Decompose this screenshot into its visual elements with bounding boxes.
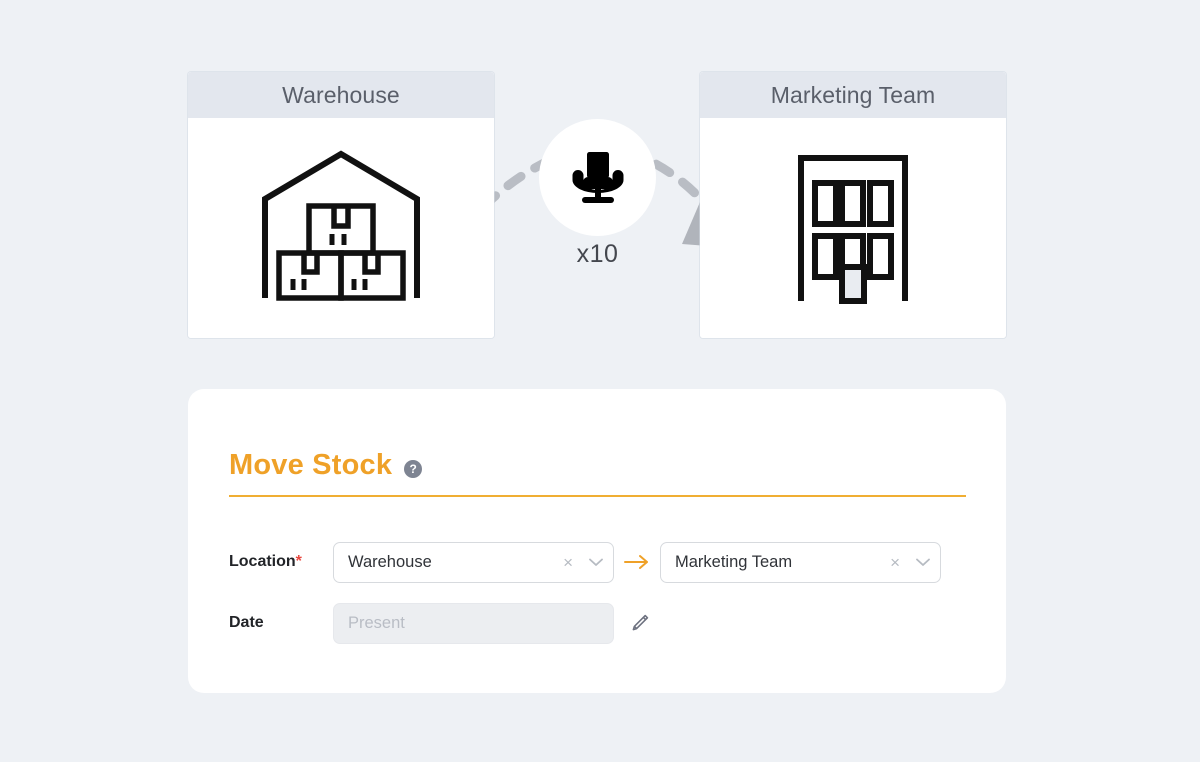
chevron-down-icon[interactable] xyxy=(579,558,613,567)
warehouse-boxes-icon xyxy=(253,146,429,311)
location-from-value: Warehouse xyxy=(334,553,557,572)
source-card-body xyxy=(188,118,494,338)
target-card-body xyxy=(700,118,1006,338)
page-title: Move Stock xyxy=(229,449,392,482)
target-card-header: Marketing Team xyxy=(700,72,1006,118)
required-indicator: * xyxy=(296,553,302,570)
clear-icon[interactable]: × xyxy=(884,554,906,571)
office-chair-icon xyxy=(566,146,630,210)
date-label: Date xyxy=(229,614,333,632)
location-label-text: Location xyxy=(229,553,296,570)
source-entity-card[interactable]: Warehouse xyxy=(188,72,494,338)
location-field-row: Location* Warehouse × Marketing Team × xyxy=(229,541,965,583)
source-card-title: Warehouse xyxy=(282,82,400,109)
location-to-value: Marketing Team xyxy=(661,553,884,572)
date-field-row: Date xyxy=(229,602,965,644)
pencil-icon[interactable] xyxy=(614,613,666,633)
transferred-item-badge xyxy=(539,119,656,236)
transfer-quantity-label: x10 xyxy=(539,240,656,269)
date-input[interactable] xyxy=(333,603,614,644)
arrow-right-icon xyxy=(614,554,660,570)
panel-heading-row: Move Stock ? xyxy=(229,449,966,497)
target-card-title: Marketing Team xyxy=(771,82,936,109)
help-icon[interactable]: ? xyxy=(404,460,422,478)
move-stock-form: Move Stock ? Location* Warehouse × xyxy=(229,449,965,644)
location-to-select[interactable]: Marketing Team × xyxy=(660,542,941,583)
clear-icon[interactable]: × xyxy=(557,554,579,571)
location-from-select[interactable]: Warehouse × xyxy=(333,542,614,583)
target-entity-card[interactable]: Marketing Team xyxy=(700,72,1006,338)
office-building-icon xyxy=(792,152,914,304)
transfer-diagram: Warehouse xyxy=(0,0,1200,360)
location-label: Location* xyxy=(229,553,333,571)
move-stock-panel: Move Stock ? Location* Warehouse × xyxy=(188,389,1006,693)
source-card-header: Warehouse xyxy=(188,72,494,118)
chevron-down-icon[interactable] xyxy=(906,558,940,567)
